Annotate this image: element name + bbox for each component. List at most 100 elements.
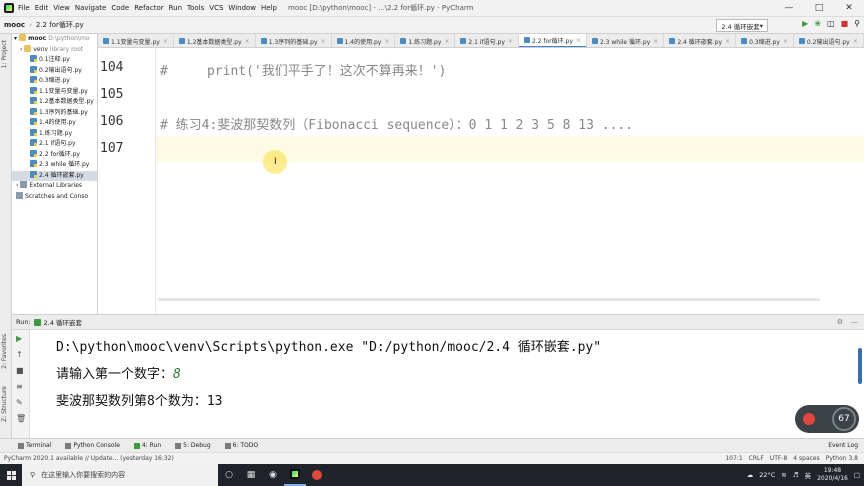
delete-icon[interactable]: 🗑: [16, 414, 26, 423]
stop-icon[interactable]: ■: [841, 19, 849, 28]
indent-setting[interactable]: 4 spaces: [793, 455, 819, 462]
menu-run[interactable]: Run: [169, 4, 182, 12]
vertical-scrollbar[interactable]: [858, 348, 862, 384]
minimize-icon[interactable]: —: [774, 0, 804, 17]
editor-tab[interactable]: 1.练习题.py ×: [395, 34, 456, 47]
pin-icon[interactable]: ✎: [16, 398, 23, 407]
todo-tool-button[interactable]: 6: TODO: [224, 442, 258, 449]
close-tab-icon[interactable]: ×: [653, 38, 658, 45]
tree-venv[interactable]: › venv library root: [12, 44, 97, 56]
python-console-tool-button[interactable]: Python Console: [65, 442, 120, 449]
menu-edit[interactable]: Edit: [35, 4, 49, 12]
code-line[interactable]: # print('我们平手了！这次不算再来！'): [160, 60, 446, 79]
up-icon[interactable]: ↑: [16, 350, 23, 359]
tree-file[interactable]: 1.3序列的基础.py: [12, 107, 97, 119]
menu-file[interactable]: File: [18, 4, 30, 12]
performance-widget[interactable]: 67: [795, 405, 859, 433]
line-separator[interactable]: CRLF: [749, 455, 764, 462]
coverage-icon[interactable]: ◫: [827, 19, 835, 28]
editor-tab[interactable]: 2.1 if语句.py ×: [455, 34, 519, 47]
tree-file[interactable]: 0.1注释.py: [12, 55, 97, 66]
browser-icon[interactable]: ◉: [262, 464, 284, 486]
tree-file[interactable]: 2.1 if语句.py: [12, 139, 97, 150]
tree-external-libraries[interactable]: › External Libraries: [12, 181, 97, 192]
menu-code[interactable]: Code: [111, 4, 129, 12]
status-message[interactable]: PyCharm 2020.1 available // Update... (y…: [4, 455, 174, 462]
tree-file[interactable]: 0.3缩进.py: [12, 76, 97, 87]
event-log-button[interactable]: Event Log: [828, 442, 858, 449]
code-line[interactable]: # 练习4:斐波那契数列（Fibonacci sequence）：0 1 1 2…: [160, 114, 633, 133]
hide-panel-icon[interactable]: —: [851, 318, 858, 326]
tree-file[interactable]: 2.4 循环嵌套.py: [12, 170, 97, 181]
network-icon[interactable]: ≋: [781, 471, 786, 479]
editor-tab[interactable]: 1.4的使用.py ×: [332, 34, 396, 47]
search-icon[interactable]: ⚲: [854, 19, 860, 28]
menu-window[interactable]: Window: [228, 4, 256, 12]
widgets-icon[interactable]: ▦: [240, 464, 262, 486]
volume-icon[interactable]: ♬: [793, 471, 799, 479]
interpreter[interactable]: Python 3.8: [826, 455, 858, 462]
menu-help[interactable]: Help: [261, 4, 277, 12]
editor-tab[interactable]: 1.3序列的基础.py ×: [256, 34, 332, 47]
tree-file[interactable]: 1.练习题.py: [12, 128, 97, 140]
editor-tab[interactable]: 0.3缩进.py ×: [736, 34, 794, 47]
code-editor[interactable]: 104 105 106 107 # print('我们平手了！这次不算再来！')…: [98, 48, 864, 314]
close-tab-icon[interactable]: ×: [853, 38, 858, 45]
close-tab-icon[interactable]: ×: [576, 37, 581, 44]
taskbar-search[interactable]: ⚲ 在这里输入你要搜索的内容: [22, 464, 218, 486]
debug-tool-button[interactable]: 5: Debug: [175, 442, 211, 449]
weather-temp[interactable]: 22°C: [759, 471, 775, 479]
horizontal-scrollbar[interactable]: [158, 298, 820, 301]
close-tab-icon[interactable]: ×: [384, 38, 389, 45]
file-encoding[interactable]: UTF-8: [770, 455, 788, 462]
close-tab-icon[interactable]: ×: [321, 38, 326, 45]
recorder-icon[interactable]: [306, 464, 328, 486]
terminal-tool-button[interactable]: Terminal: [18, 442, 51, 449]
notification-icon[interactable]: □: [854, 471, 860, 479]
caret-position[interactable]: 107:1: [725, 455, 742, 462]
editor-tab[interactable]: 1.2基本数据类型.py ×: [174, 34, 256, 47]
close-tab-icon[interactable]: ×: [245, 38, 250, 45]
menu-refactor[interactable]: Refactor: [134, 4, 163, 12]
run-console[interactable]: D:\python\mooc\venv\Scripts\python.exe "…: [30, 330, 864, 438]
clock[interactable]: 19:48 2020/4/16: [817, 467, 848, 483]
stop-run-icon[interactable]: ■: [16, 366, 24, 375]
ime-indicator[interactable]: 英: [805, 470, 812, 480]
run-config-tab[interactable]: 2.4 循环嵌套: [44, 317, 82, 327]
tree-file[interactable]: 2.3 while 循环.py: [12, 160, 97, 171]
run-config-dropdown[interactable]: 2.4 循环嵌套 ▾: [716, 19, 768, 32]
pycharm-taskbar-icon[interactable]: [284, 464, 306, 486]
project-tool-tab[interactable]: 1: Project: [1, 40, 8, 68]
tree-file[interactable]: 1.2基本数据类型.py: [12, 97, 97, 108]
editor-tab[interactable]: 2.3 while 循环.py ×: [587, 34, 665, 47]
close-tab-icon[interactable]: ×: [444, 38, 449, 45]
menu-vcs[interactable]: VCS: [209, 4, 223, 12]
close-tab-icon[interactable]: ×: [163, 38, 168, 45]
menu-tools[interactable]: Tools: [187, 4, 204, 12]
rerun-icon[interactable]: ▶: [16, 334, 22, 343]
close-tab-icon[interactable]: ×: [508, 38, 513, 45]
favorites-tool-tab[interactable]: 2: Favorites: [1, 334, 8, 369]
settings-icon[interactable]: ⚙: [837, 318, 843, 326]
menu-view[interactable]: View: [53, 4, 70, 12]
structure-tool-tab[interactable]: Z: Structure: [1, 386, 8, 422]
run-icon[interactable]: ▶: [802, 19, 808, 28]
close-tab-icon[interactable]: ×: [725, 38, 730, 45]
breadcrumb-project[interactable]: mooc: [4, 21, 25, 29]
menu-navigate[interactable]: Navigate: [75, 4, 106, 12]
wrap-icon[interactable]: ≡: [16, 382, 23, 391]
breadcrumb-file[interactable]: 2.2 for循环.py: [36, 20, 84, 30]
close-icon[interactable]: ✕: [834, 0, 864, 17]
run-tool-button[interactable]: 4: Run: [133, 442, 161, 449]
editor-tab[interactable]: 1.1变量与变量.py ×: [98, 34, 174, 47]
windows-start-icon[interactable]: [0, 464, 22, 486]
debug-icon[interactable]: ❀: [814, 19, 821, 28]
tree-file[interactable]: 1.1变量与变量.py: [12, 86, 97, 98]
tree-file[interactable]: 1.4的使用.py: [12, 118, 97, 129]
editor-tab[interactable]: 2.2 for循环.py ×: [518, 34, 587, 47]
tree-file[interactable]: 2.2 for循环.py: [12, 149, 97, 161]
tree-root[interactable]: ▾ mooc D:\python\mo: [12, 34, 97, 45]
close-tab-icon[interactable]: ×: [783, 38, 788, 45]
editor-tab[interactable]: 0.2输出语句.py ×: [794, 34, 864, 47]
task-view-icon[interactable]: ○: [218, 464, 240, 486]
